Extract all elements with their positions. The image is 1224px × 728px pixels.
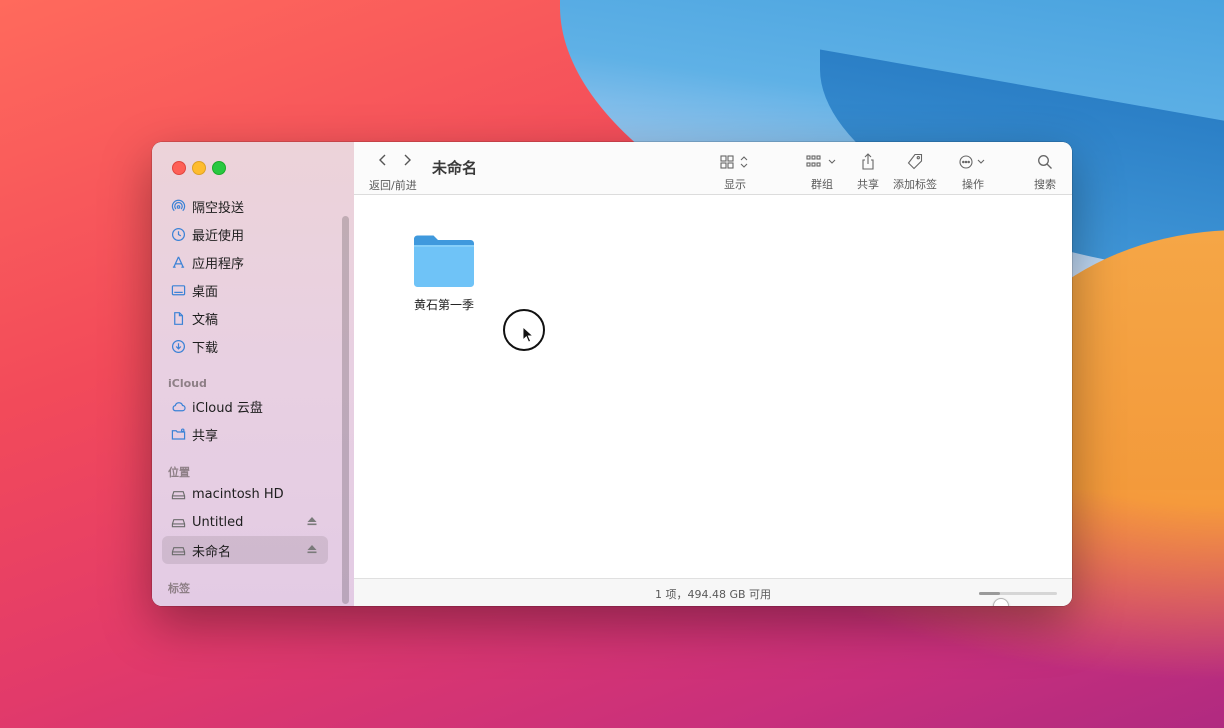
clock-icon xyxy=(170,226,186,242)
status-bar: 1 项，494.48 GB 可用 xyxy=(354,578,1072,606)
document-icon xyxy=(170,310,186,326)
folder-name: 黄石第一季 xyxy=(413,298,474,312)
chevron-right-icon xyxy=(404,154,411,166)
sidebar-section-icloud: iCloud xyxy=(168,377,207,390)
share-icon xyxy=(862,153,874,170)
icon-size-slider[interactable] xyxy=(979,592,1057,606)
sidebar-item-documents[interactable]: 文稿 xyxy=(162,304,328,332)
disk-icon xyxy=(170,542,186,558)
ellipsis-circle-icon xyxy=(959,155,985,169)
add-tags-button[interactable]: 添加标签 xyxy=(893,152,937,192)
sidebar-item-airdrop[interactable]: 隔空投送 xyxy=(162,192,328,220)
download-icon xyxy=(170,338,186,354)
sidebar: 隔空投送 最近使用 应用程序 桌面 文稿 下载 iCloud iCloud 云盘… xyxy=(152,142,355,606)
sidebar-item-applications[interactable]: 应用程序 xyxy=(162,248,328,276)
eject-icon[interactable] xyxy=(306,515,318,527)
sidebar-item-label: 下载 xyxy=(192,340,219,356)
zoom-window-button[interactable] xyxy=(212,161,226,175)
sidebar-item-desktop[interactable]: 桌面 xyxy=(162,276,328,304)
sidebar-item-downloads[interactable]: 下载 xyxy=(162,332,328,360)
chevron-left-icon xyxy=(379,154,386,166)
nav-label: 返回/前进 xyxy=(369,179,417,192)
sidebar-item-label: 共享 xyxy=(192,428,219,444)
back-button[interactable] xyxy=(375,152,391,168)
cursor-highlight xyxy=(503,309,545,351)
close-window-button[interactable] xyxy=(172,161,186,175)
sidebar-item-unnamed-volume[interactable]: 未命名 xyxy=(162,536,328,564)
action-button[interactable]: 操作 xyxy=(958,152,988,192)
sidebar-item-label: 隔空投送 xyxy=(192,200,245,216)
slider-fill xyxy=(979,592,1001,595)
eject-icon[interactable] xyxy=(306,543,318,555)
status-text: 1 项，494.48 GB 可用 xyxy=(654,588,772,601)
search-button[interactable]: 搜索 xyxy=(1034,152,1056,192)
mouse-pointer-icon xyxy=(522,326,534,343)
sidebar-section-tags: 标签 xyxy=(168,582,190,595)
desktop-icon xyxy=(170,282,186,298)
disk-icon xyxy=(170,514,186,530)
forward-button[interactable] xyxy=(399,152,415,168)
window-title: 未命名 xyxy=(432,159,478,177)
sidebar-item-label: 最近使用 xyxy=(192,228,245,244)
minimize-window-button[interactable] xyxy=(192,161,206,175)
file-view[interactable]: 黄石第一季 xyxy=(354,195,1072,578)
sidebar-item-shared[interactable]: 共享 xyxy=(162,420,328,448)
sidebar-item-macintosh-hd[interactable]: macintosh HD xyxy=(162,480,328,508)
sidebar-item-recents[interactable]: 最近使用 xyxy=(162,220,328,248)
shared-folder-icon xyxy=(170,426,186,442)
airdrop-icon xyxy=(170,198,186,214)
applications-icon xyxy=(170,254,186,270)
sidebar-item-label: iCloud 云盘 xyxy=(192,400,263,416)
sidebar-item-untitled[interactable]: Untitled xyxy=(162,508,328,536)
group-icon xyxy=(806,155,836,167)
search-icon xyxy=(1038,155,1052,169)
sidebar-item-icloud-drive[interactable]: iCloud 云盘 xyxy=(162,392,328,420)
sidebar-item-label: Untitled xyxy=(192,514,244,530)
disk-icon xyxy=(170,486,186,502)
sidebar-section-locations: 位置 xyxy=(168,466,190,479)
folder-icon xyxy=(414,235,474,287)
view-button[interactable]: 显示 xyxy=(720,152,750,192)
cloud-icon xyxy=(170,398,186,414)
sidebar-item-label: 桌面 xyxy=(192,284,219,300)
sidebar-item-label: 未命名 xyxy=(192,544,232,560)
sidebar-item-label: 应用程序 xyxy=(192,256,245,272)
share-button[interactable]: 共享 xyxy=(857,152,879,192)
icon-grid-view-icon xyxy=(720,155,748,169)
toolbar: 返回/前进 未命名 显示 群组 共享 添加标签 操作 搜索 xyxy=(354,142,1072,195)
sidebar-item-label: macintosh HD xyxy=(192,486,284,502)
sidebar-item-label: 文稿 xyxy=(192,312,219,328)
tag-icon xyxy=(907,153,923,170)
group-button[interactable]: 群组 xyxy=(806,152,838,192)
finder-window: 隔空投送 最近使用 应用程序 桌面 文稿 下载 iCloud iCloud 云盘… xyxy=(152,142,1072,606)
folder-item[interactable]: 黄石第一季 xyxy=(404,233,484,313)
sidebar-scrollbar[interactable] xyxy=(342,216,349,604)
